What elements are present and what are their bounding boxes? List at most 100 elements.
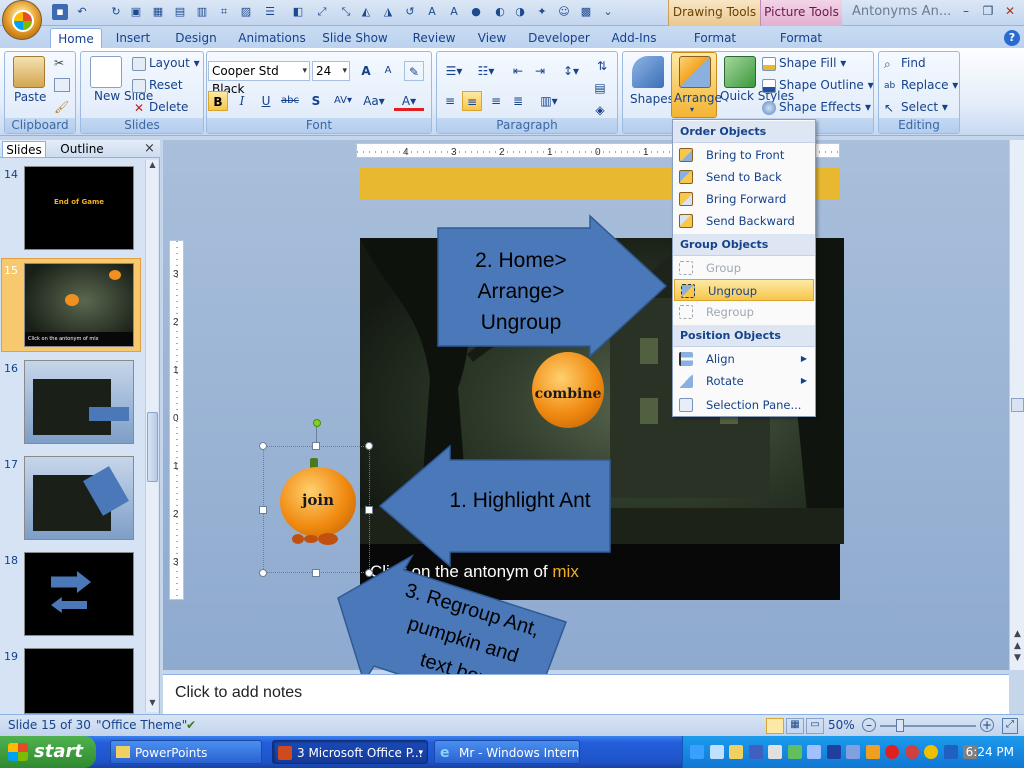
bluetooth-icon[interactable] bbox=[826, 745, 841, 759]
shape-outline-button[interactable]: Shape Outline ▾ bbox=[762, 78, 874, 93]
underline-button[interactable]: U bbox=[256, 91, 276, 111]
qat-icon-2[interactable]: ▦ bbox=[150, 4, 166, 20]
menu-ungroup[interactable]: Ungroup bbox=[674, 279, 814, 301]
bullets-button[interactable]: ☰▾ bbox=[440, 61, 468, 81]
start-button[interactable]: start bbox=[0, 736, 96, 768]
menu-bring-forward[interactable]: Bring Forward bbox=[673, 188, 815, 210]
flip-icon[interactable]: ◭ bbox=[358, 4, 374, 20]
tray-icon-3[interactable] bbox=[729, 745, 743, 759]
resize-handle[interactable] bbox=[312, 442, 320, 450]
text-direction-icon[interactable]: ⇅ bbox=[590, 56, 614, 76]
ant-image[interactable] bbox=[292, 532, 342, 546]
slide-show-icon[interactable]: ▭ bbox=[806, 718, 824, 734]
qat-icon-12[interactable]: ▩ bbox=[578, 4, 594, 20]
reset-button[interactable]: Reset bbox=[132, 78, 183, 93]
numbering-button[interactable]: ☷▾ bbox=[472, 61, 500, 81]
tray-icon-1[interactable] bbox=[690, 745, 704, 759]
qat-icon-7[interactable]: ⤡ bbox=[338, 4, 354, 20]
align-text-icon[interactable]: ▤ bbox=[590, 78, 610, 98]
list-icon[interactable]: ☰ bbox=[262, 4, 278, 20]
menu-send-to-back[interactable]: Send to Back bbox=[673, 166, 815, 188]
notes-pane[interactable]: Click to add notes bbox=[163, 674, 1009, 714]
qat-icon-11[interactable]: ✦ bbox=[534, 4, 550, 20]
increase-indent-icon[interactable]: ⇥ bbox=[530, 61, 550, 81]
menu-align[interactable]: Align ▶ bbox=[673, 348, 815, 370]
qat-icon-9[interactable]: ◐ bbox=[492, 4, 508, 20]
qat-icon-4[interactable]: ▥ bbox=[194, 4, 210, 20]
zoom-slider[interactable] bbox=[880, 725, 976, 727]
slide-thumbnail-18[interactable] bbox=[24, 552, 134, 636]
qat-icon-5[interactable]: ◧ bbox=[290, 4, 306, 20]
grow-font-icon[interactable]: A bbox=[356, 61, 376, 81]
qat-icon-10[interactable]: ◑ bbox=[512, 4, 528, 20]
group-icon[interactable]: ⌗ bbox=[216, 4, 232, 20]
replace-button[interactable]: ab Replace ▾ bbox=[884, 78, 958, 93]
customize-qat-icon[interactable]: ⌄ bbox=[600, 4, 616, 20]
qat-icon-8[interactable]: ● bbox=[468, 4, 484, 20]
tray-icon-8[interactable] bbox=[846, 745, 860, 759]
line-spacing-button[interactable]: ↕▾ bbox=[556, 61, 586, 81]
resize-handle[interactable] bbox=[259, 506, 267, 514]
resize-handle[interactable] bbox=[365, 442, 373, 450]
ungroup-icon[interactable]: ▨ bbox=[238, 4, 254, 20]
tab-add-ins[interactable]: Add-Ins bbox=[606, 28, 662, 48]
rotate-icon[interactable]: ↺ bbox=[402, 4, 418, 20]
layout-button[interactable]: Layout ▾ bbox=[132, 56, 200, 71]
slide-thumbnail-19[interactable] bbox=[24, 648, 134, 714]
menu-rotate[interactable]: Rotate ▶ bbox=[673, 370, 815, 392]
save-icon[interactable]: ▪ bbox=[52, 4, 68, 20]
font-size-select[interactable]: 24 ▾ bbox=[312, 61, 350, 81]
resize-handle[interactable] bbox=[259, 569, 267, 577]
delete-button[interactable]: ✕ Delete bbox=[132, 100, 188, 115]
new-slide-button[interactable]: New Slide bbox=[86, 54, 153, 116]
zoom-in-icon[interactable]: + bbox=[980, 718, 994, 732]
tab-animations[interactable]: Animations bbox=[236, 28, 308, 48]
tray-icon-13[interactable] bbox=[943, 745, 958, 759]
tab-design[interactable]: Design bbox=[168, 28, 224, 48]
scroll-thumb[interactable] bbox=[1011, 398, 1024, 412]
cut-icon[interactable]: ✂ bbox=[54, 56, 70, 70]
tab-view[interactable]: View bbox=[472, 28, 512, 48]
tab-developer[interactable]: Developer bbox=[526, 28, 592, 48]
slides-scrollbar[interactable]: ▲ ▼ bbox=[145, 160, 158, 712]
task-internet-explorer[interactable]: e Mr - Windows Interne... bbox=[434, 740, 580, 764]
scroll-thumb[interactable] bbox=[147, 412, 158, 482]
menu-bring-to-front[interactable]: Bring to Front bbox=[673, 144, 815, 166]
shrink-font-icon[interactable]: A bbox=[446, 4, 462, 20]
shadow-button[interactable]: S bbox=[306, 91, 326, 111]
select-button[interactable]: ↖ Select ▾ bbox=[884, 100, 948, 115]
copy-icon[interactable] bbox=[54, 78, 70, 92]
close-pane-icon[interactable]: × bbox=[144, 141, 156, 157]
shapes-button[interactable]: Shapes bbox=[628, 54, 674, 116]
change-case-button[interactable]: Aa▾ bbox=[360, 91, 388, 111]
tab-review[interactable]: Review bbox=[408, 28, 460, 48]
rotate-handle[interactable] bbox=[313, 419, 321, 427]
clear-formatting-icon[interactable]: ✎ bbox=[404, 61, 424, 81]
align-center-icon[interactable]: ≡ bbox=[462, 91, 482, 111]
align-right-icon[interactable]: ≡ bbox=[486, 91, 506, 111]
strikethrough-button[interactable]: abc bbox=[280, 91, 300, 111]
paste-button[interactable]: Paste bbox=[8, 54, 50, 116]
zoom-slider-thumb[interactable] bbox=[896, 719, 904, 732]
tray-icon-2[interactable] bbox=[709, 745, 724, 759]
grow-font-icon[interactable]: A bbox=[424, 4, 440, 20]
char-spacing-button[interactable]: AV▾ bbox=[330, 91, 356, 111]
undo-icon[interactable]: ↶ bbox=[74, 4, 90, 20]
restore-icon[interactable]: ❐ bbox=[978, 2, 998, 20]
font-family-select[interactable]: Cooper Std Black ▾ bbox=[208, 61, 310, 96]
tab-slides[interactable]: Slides bbox=[2, 141, 46, 157]
tray-icon-6[interactable] bbox=[787, 745, 802, 759]
shape-fill-button[interactable]: Shape Fill ▾ bbox=[762, 56, 846, 71]
slide-thumbnail-15[interactable]: Click on the antonym of mix bbox=[24, 263, 134, 347]
fit-to-window-icon[interactable]: ⤢ bbox=[1002, 718, 1018, 734]
tray-icon-5[interactable] bbox=[768, 745, 782, 759]
tray-icon-10[interactable] bbox=[885, 745, 899, 759]
arrange-button[interactable]: Arrange ▾ bbox=[671, 52, 722, 118]
redo-icon[interactable]: ↻ bbox=[108, 4, 124, 20]
qat-icon-6[interactable]: ⤢ bbox=[314, 4, 330, 20]
decrease-indent-icon[interactable]: ⇤ bbox=[508, 61, 528, 81]
tray-icon-11[interactable] bbox=[904, 745, 919, 759]
normal-view-icon[interactable] bbox=[766, 718, 784, 734]
smartart-icon[interactable]: ◈ bbox=[590, 100, 610, 120]
format-painter-icon[interactable]: 🖌 bbox=[54, 100, 70, 114]
